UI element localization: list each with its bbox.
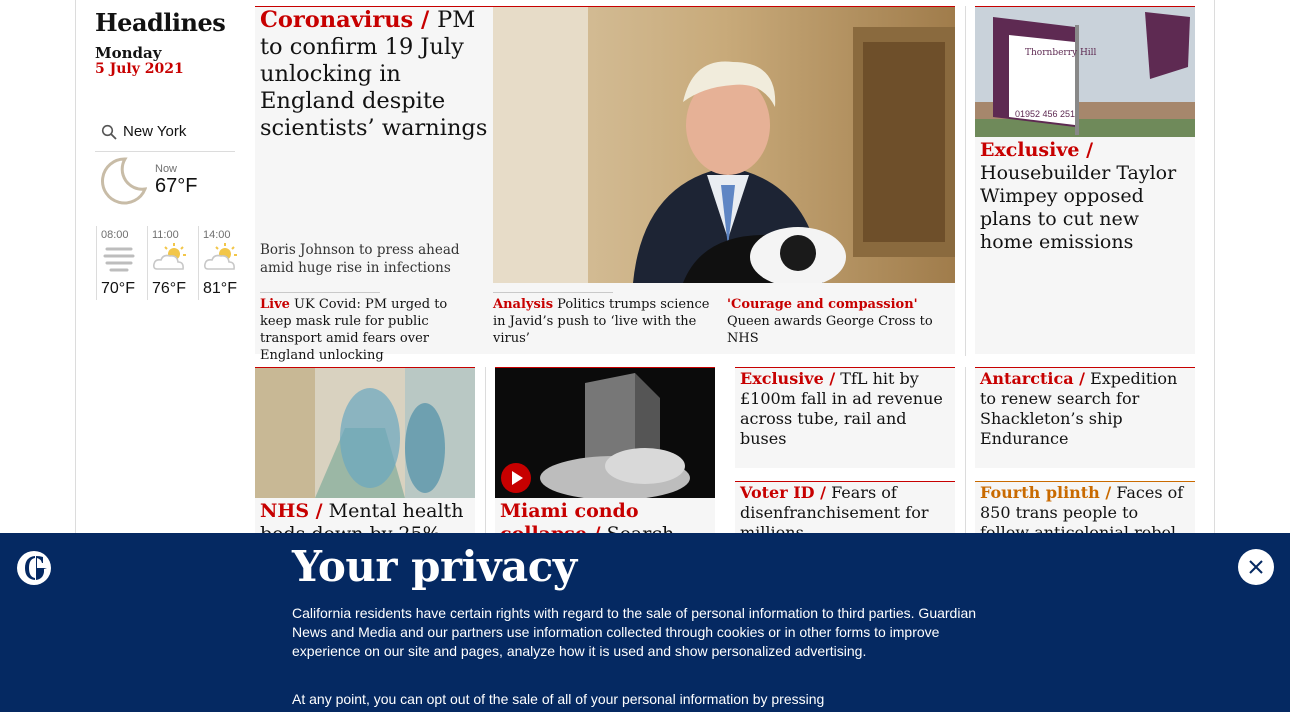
- moon-icon: [95, 155, 148, 211]
- forecast-time: 08:00: [101, 229, 129, 241]
- guardian-logo-icon: [16, 550, 52, 590]
- privacy-text: California residents have certain rights…: [292, 605, 977, 659]
- kicker: Exclusive /: [740, 369, 836, 388]
- sublink-kicker: Analysis: [493, 297, 554, 312]
- section-title: Headlines: [95, 8, 226, 37]
- antarctica-headline[interactable]: Antarctica / Expedition to renew search …: [980, 369, 1192, 449]
- nhs-photo[interactable]: [255, 368, 475, 498]
- sublink-text: Queen awards George Cross to NHS: [727, 314, 933, 346]
- forecast-temp: 70°F: [101, 280, 135, 297]
- headline-text: Housebuilder Taylor Wimpey opposed plans…: [980, 162, 1177, 253]
- sun-cloud-icon: [203, 243, 239, 278]
- forecast-item: 11:00 76°F: [147, 226, 197, 300]
- main-photo[interactable]: [493, 7, 955, 283]
- sign-phone: 01952 456 251: [1015, 109, 1075, 119]
- fog-icon: [101, 243, 137, 278]
- taylor-wimpey-photo[interactable]: Thornberry Hill 01952 456 251: [975, 7, 1195, 137]
- privacy-close-button[interactable]: [1238, 549, 1274, 585]
- main-kicker: Coronavirus /: [260, 7, 430, 33]
- kicker: NHS /: [260, 500, 323, 522]
- play-icon: [512, 471, 523, 485]
- sublink-kicker: 'Courage and compassion': [727, 297, 918, 312]
- sublink-queen[interactable]: 'Courage and compassion' Queen awards Ge…: [727, 296, 951, 347]
- column-divider: [485, 367, 486, 537]
- weather-location[interactable]: New York: [95, 118, 235, 152]
- weather-now-label: Now: [155, 163, 178, 175]
- forecast-item: 14:00 81°F: [198, 226, 248, 300]
- forecast-temp: 76°F: [152, 280, 186, 297]
- kicker: Fourth plinth /: [980, 483, 1112, 502]
- search-icon: [101, 124, 117, 145]
- play-button[interactable]: [501, 463, 531, 493]
- close-icon: [1249, 560, 1263, 574]
- kicker: Exclusive /: [980, 139, 1094, 161]
- kicker: Antarctica /: [980, 369, 1085, 388]
- tfl-headline[interactable]: Exclusive / TfL hit by £100m fall in ad …: [740, 369, 952, 449]
- forecast-time: 14:00: [203, 229, 231, 241]
- column-divider: [965, 6, 966, 356]
- privacy-title: Your privacy: [292, 542, 577, 591]
- divider: [260, 292, 380, 293]
- divider: [493, 292, 613, 293]
- sun-cloud-icon: [152, 243, 188, 278]
- sublink-analysis[interactable]: Analysis Politics trumps science in Javi…: [493, 296, 719, 347]
- forecast-temp: 81°F: [203, 280, 237, 297]
- weather-location-name: New York: [123, 123, 187, 140]
- kicker: Voter ID /: [740, 483, 826, 502]
- main-standfirst: Boris Johnson to press ahead amid huge r…: [260, 242, 460, 276]
- date-day: Monday: [95, 44, 162, 62]
- weather-now-temp: 67°F: [155, 175, 198, 197]
- column-divider: [965, 367, 966, 537]
- sublink-kicker: Live: [260, 297, 290, 312]
- forecast-time: 11:00: [152, 229, 179, 241]
- taylor-wimpey-headline[interactable]: Exclusive / Housebuilder Taylor Wimpey o…: [980, 139, 1190, 254]
- main-headline[interactable]: Coronavirus / PM to confirm 19 July unlo…: [260, 7, 488, 142]
- sublink-live[interactable]: Live UK Covid: PM urged to keep mask rul…: [260, 296, 482, 364]
- date-full: 5 July 2021: [95, 61, 184, 77]
- forecast-item: 08:00 70°F: [96, 226, 146, 300]
- privacy-text-optout: At any point, you can opt out of the sal…: [292, 691, 825, 707]
- sign-text: Thornberry Hill: [1025, 48, 1097, 58]
